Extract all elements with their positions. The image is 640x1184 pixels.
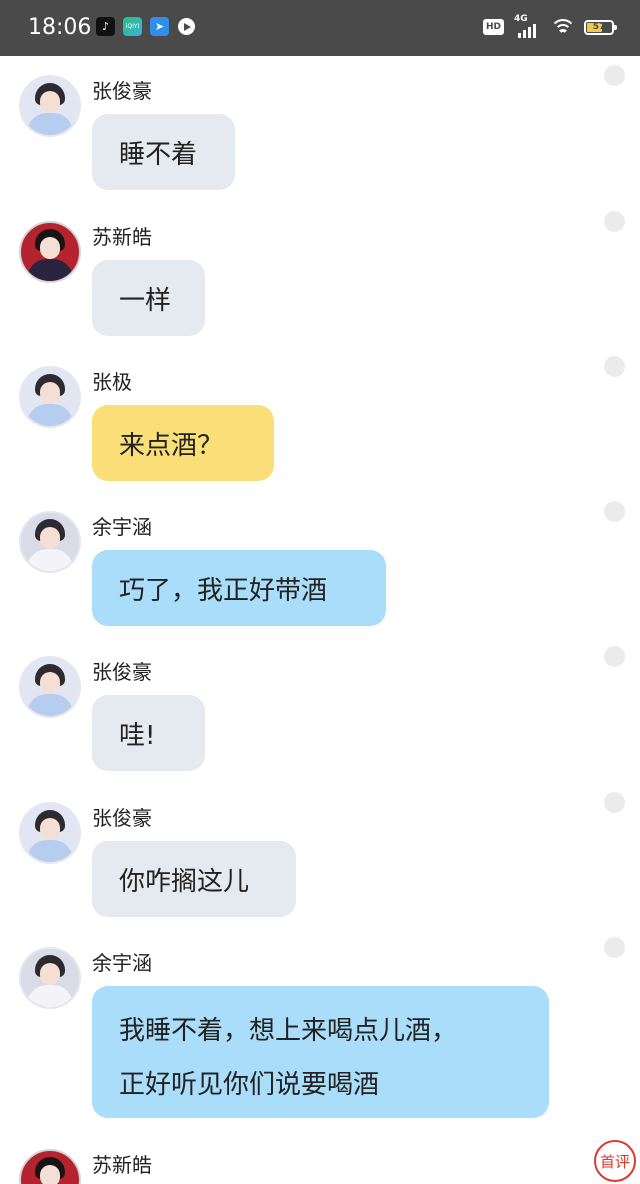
status-dot [604, 356, 625, 377]
first-comment-button[interactable]: 首评 [594, 1140, 636, 1182]
video-player-icon [177, 17, 196, 36]
sender-name: 余宇涵 [92, 951, 152, 975]
tiktok-icon: ♪ [96, 17, 115, 36]
avatar[interactable] [19, 802, 81, 864]
battery-level: 57 [592, 21, 606, 32]
avatar[interactable] [19, 366, 81, 428]
system-indicators: HD 4G 57 [482, 14, 617, 38]
status-bar: 18:06 ♪ iQIYI ➤ HD 4G 57 [0, 0, 640, 56]
hd-badge: HD [482, 19, 504, 35]
cellular-signal-icon: 4G [514, 14, 542, 38]
battery-icon: 57 [584, 19, 617, 35]
telegram-icon: ➤ [150, 17, 169, 36]
sender-name: 张俊豪 [92, 660, 152, 684]
chat-message: 张极 来点酒？ [0, 347, 640, 492]
sender-name: 张俊豪 [92, 806, 152, 830]
chat-message: 余宇涵 我睡不着，想上来喝点儿酒， 正好听见你们说要喝酒 [0, 928, 640, 1132]
message-bubble[interactable]: 你咋搁这儿 [92, 841, 296, 917]
message-line: 正好听见你们说要喝酒 [119, 1070, 380, 1100]
message-bubble[interactable]: 哇! [92, 695, 205, 771]
status-dot [604, 937, 625, 958]
chat-message: 张俊豪 哇! [0, 637, 640, 782]
chat-message: 张俊豪 睡不着 [0, 56, 640, 202]
sender-name: 苏新皓 [92, 225, 152, 249]
wifi-icon [552, 18, 574, 36]
chat-message: 苏新皓 [0, 1130, 640, 1184]
iqiyi-icon: iQIYI [123, 17, 142, 36]
message-bubble[interactable]: 睡不着 [92, 114, 235, 190]
notification-icons: ♪ iQIYI ➤ [96, 17, 196, 36]
sender-name: 苏新皓 [92, 1153, 152, 1177]
message-bubble[interactable]: 一样 [92, 260, 205, 336]
avatar[interactable] [19, 221, 81, 283]
message-bubble[interactable]: 巧了，我正好带酒 [92, 550, 386, 626]
status-dot [604, 646, 625, 667]
avatar[interactable] [19, 511, 81, 573]
chat-message: 张俊豪 你咋搁这儿 [0, 783, 640, 928]
status-dot [604, 501, 625, 522]
status-dot [604, 65, 625, 86]
message-bubble[interactable]: 我睡不着，想上来喝点儿酒， 正好听见你们说要喝酒 [92, 986, 549, 1118]
avatar[interactable] [19, 947, 81, 1009]
status-dot [604, 211, 625, 232]
sender-name: 张极 [92, 370, 132, 394]
status-dot [604, 792, 625, 813]
sender-name: 张俊豪 [92, 79, 152, 103]
message-bubble[interactable]: 来点酒？ [92, 405, 274, 481]
status-time: 18:06 [28, 15, 92, 40]
chat-message: 余宇涵 巧了，我正好带酒 [0, 492, 640, 637]
message-line: 我睡不着，想上来喝点儿酒， [119, 1016, 458, 1046]
avatar[interactable] [19, 75, 81, 137]
avatar[interactable] [19, 656, 81, 718]
avatar[interactable] [19, 1149, 81, 1184]
network-type: 4G [514, 14, 528, 24]
sender-name: 余宇涵 [92, 515, 152, 539]
chat-message: 苏新皓 一样 [0, 202, 640, 347]
